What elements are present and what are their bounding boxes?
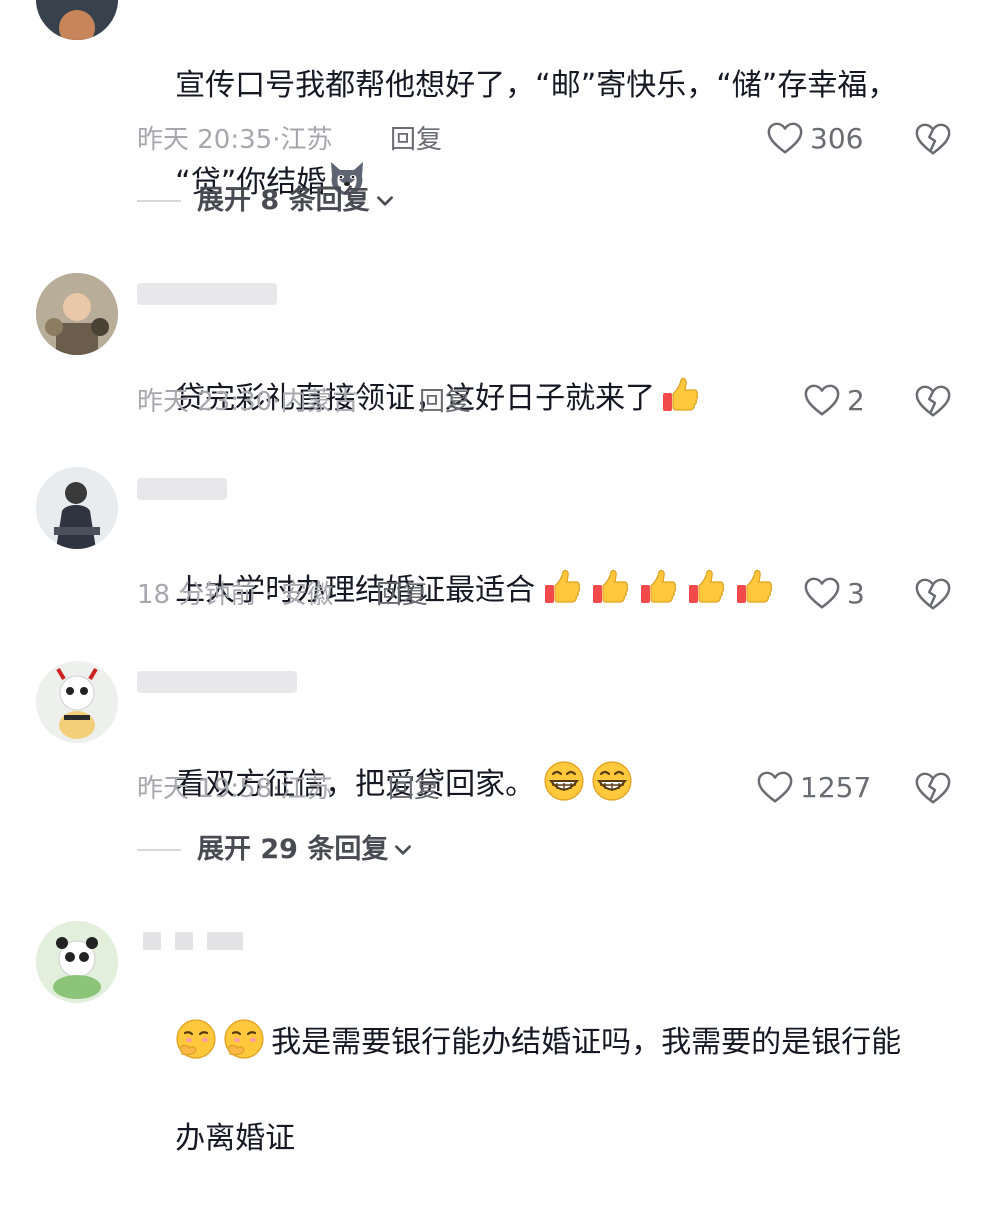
username[interactable] xyxy=(137,478,227,500)
like-count: 1257 xyxy=(800,771,872,804)
heart-outline-icon xyxy=(766,120,804,158)
comment-meta: 昨天 20:35·江苏 xyxy=(137,122,332,158)
username[interactable] xyxy=(137,671,297,693)
heart-outline-icon xyxy=(803,382,841,420)
broken-heart-icon[interactable] xyxy=(914,121,952,159)
chevron-down-icon xyxy=(374,190,396,212)
comment-meta: 昨天 23:30·内蒙古 xyxy=(137,384,358,420)
like-count: 306 xyxy=(810,122,864,155)
thumbs-up-emoji-icon xyxy=(589,566,631,608)
shush-emoji-icon xyxy=(223,1018,265,1060)
comment-meta: 18 分钟前 · 安徽 xyxy=(137,577,333,613)
like-button[interactable]: 1257 xyxy=(756,769,871,807)
avatar[interactable] xyxy=(36,661,118,743)
like-button[interactable]: 306 xyxy=(766,120,863,158)
comment-time: 18 分钟前 xyxy=(137,580,257,610)
reply-button[interactable]: 回复 xyxy=(388,771,440,807)
comment-time: 昨天 20:35 xyxy=(137,125,273,155)
meta-separator: · xyxy=(256,580,282,610)
thumbs-up-emoji-icon xyxy=(659,374,701,416)
comment-location: 江苏 xyxy=(280,125,333,155)
comment-text: 我是需要银行能办结婚证吗，我需要的是银行能 办离婚证 xyxy=(137,970,937,1211)
expand-label: 展开 8 条回复 xyxy=(197,185,370,216)
thumbs-up-emoji-icon xyxy=(637,566,679,608)
thumbs-up-emoji-icon xyxy=(685,566,727,608)
broken-heart-icon[interactable] xyxy=(914,576,952,614)
reply-button[interactable]: 回复 xyxy=(376,577,428,613)
username[interactable] xyxy=(143,932,257,954)
shush-emoji-icon xyxy=(175,1018,217,1060)
thumbs-up-emoji-icon xyxy=(733,566,775,608)
reply-button[interactable]: 回复 xyxy=(419,384,471,420)
comment-time: 昨天 19:58 xyxy=(137,774,273,804)
comment-location: 江苏 xyxy=(280,774,333,804)
comment-time: 昨天 23:30 xyxy=(137,387,273,417)
like-count: 2 xyxy=(847,384,865,417)
expand-replies-button[interactable]: 展开 29 条回复 xyxy=(137,832,414,868)
divider xyxy=(137,200,181,202)
comment-location: 安徽 xyxy=(281,580,334,610)
like-button[interactable]: 2 xyxy=(803,382,865,420)
grin-emoji-icon xyxy=(543,760,585,802)
heart-outline-icon xyxy=(803,575,841,613)
avatar[interactable] xyxy=(36,467,118,549)
comment-location: 内蒙古 xyxy=(280,387,359,417)
broken-heart-icon[interactable] xyxy=(914,383,952,421)
chevron-down-icon xyxy=(392,839,414,861)
grin-emoji-icon xyxy=(591,760,633,802)
username-blur xyxy=(207,932,243,950)
avatar[interactable] xyxy=(36,273,118,355)
reply-button[interactable]: 回复 xyxy=(390,122,442,158)
username-blur xyxy=(175,932,193,950)
expand-replies-button[interactable]: 展开 8 条回复 xyxy=(137,183,396,219)
divider xyxy=(137,849,181,851)
thumbs-up-emoji-icon xyxy=(541,566,583,608)
like-button[interactable]: 3 xyxy=(803,575,865,613)
broken-heart-icon[interactable] xyxy=(914,770,952,808)
username-blur xyxy=(143,932,161,950)
like-count: 3 xyxy=(847,577,865,610)
comment-meta: 昨天 19:58·江苏 xyxy=(137,771,332,807)
expand-label: 展开 29 条回复 xyxy=(197,834,389,865)
avatar[interactable] xyxy=(36,921,118,1003)
avatar[interactable] xyxy=(36,0,118,40)
heart-outline-icon xyxy=(756,769,794,807)
username[interactable] xyxy=(137,283,277,305)
